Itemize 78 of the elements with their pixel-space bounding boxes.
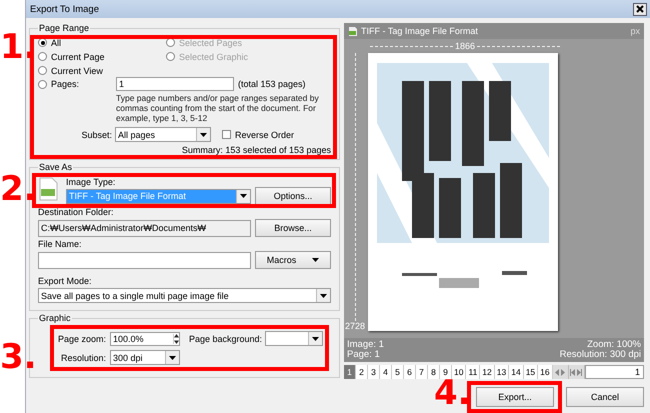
file-icon [348,26,358,36]
macros-button[interactable]: Macros [255,251,331,269]
page-tab[interactable]: 5 [392,365,404,379]
destination-folder-label: Destination Folder: [38,207,115,217]
options-button[interactable]: Options... [255,187,331,205]
caret-icon [312,336,319,340]
subset-label: Subset: [80,130,112,140]
page-tab[interactable]: 9 [440,365,452,379]
export-mode-dropdown[interactable]: Save all pages to a single multi page image file [38,288,331,303]
radio-option[interactable]: Pages: [38,78,80,90]
radio-option[interactable]: Current View [38,64,166,77]
caret-icon [200,132,207,136]
page-tab[interactable]: 3 [368,365,380,379]
unit-label: px [630,26,640,36]
group-title: Page Range [38,23,90,33]
first-last-button[interactable] [568,365,585,379]
page-background-label: Page background: [188,334,262,344]
page-number-field[interactable]: 1 [584,365,644,379]
caret-icon [240,194,247,198]
page-tab[interactable]: 11 [466,365,480,379]
radio-button[interactable] [38,80,47,88]
scroll-button[interactable] [552,365,569,379]
preview-title: TIFF - Tag Image File Format [361,26,478,36]
page-tab[interactable]: 14 [509,365,524,379]
resolution-dropdown[interactable]: 300 dpi [110,350,180,365]
radio-button[interactable] [38,66,47,75]
left-right-arrows-icon [555,368,566,376]
height-dimension: 2728 [344,321,366,331]
page-tab[interactable]: 15 [524,365,538,379]
page-tab[interactable]: 12 [480,365,495,379]
subset-dropdown[interactable]: All pages [115,127,211,142]
annotation-number: 3. [0,340,37,374]
export-mode-label: Export Mode: [38,276,93,286]
page-tab[interactable]: 6 [404,365,416,379]
page-tab[interactable]: 1 [344,365,356,379]
page-tab[interactable]: 7 [416,365,428,379]
destination-folder-field[interactable]: C:₩Users₩Administrator₩Documents₩ [38,220,251,236]
page-tab[interactable]: 2 [356,365,368,379]
spin-arrows-icon [174,334,180,344]
page-tab[interactable]: 10 [452,365,466,379]
radio-option[interactable]: All [38,36,166,49]
radio-option[interactable]: Current Page [38,50,166,63]
annotation-number: 2. [0,172,37,206]
total-pages-text: (total 153 pages) [238,79,306,89]
group-title: Save As [38,162,74,172]
pages-field[interactable]: 1 [116,77,234,91]
reverse-order-checkbox[interactable]: Reverse Order [222,130,294,140]
summary-text: Summary: 153 selected of 153 pages [180,145,331,155]
page-tab[interactable]: 16 [538,365,553,379]
tif-file-icon [38,177,58,201]
resolution-label: Resolution: [60,352,106,362]
hint-text: Type page numbers and/or page ranges separated by commas counting from the start of the document. For example, type 1, 3, 5-12 [116,93,320,123]
page-zoom-spinner[interactable]: 100.0% [110,332,180,346]
page-tab[interactable]: 4 [380,365,392,379]
close-icon [636,5,644,13]
radio-button[interactable] [38,52,47,61]
file-name-field[interactable] [38,252,251,268]
page-zoom-label: Page zoom: [58,334,106,344]
page-tab[interactable]: 13 [494,365,510,379]
dialog-button[interactable]: Export... [476,387,554,407]
file-name-label: File Name: [38,239,83,249]
dialog-button[interactable]: Cancel [566,387,644,407]
group-title: Graphic [38,313,72,323]
resolution-text: Resolution: 300 dpi [560,350,641,360]
caret-icon [312,258,320,262]
caret-icon [320,294,327,298]
close-button[interactable] [633,2,647,16]
page-number: Page: 1 [347,350,381,360]
skip-arrows-icon [570,368,582,376]
image-number: Image: 1 [347,340,384,350]
caret-icon [169,356,176,360]
window-title: Export To Image [30,4,100,14]
width-dimension: 1866 [454,41,476,51]
page-tab[interactable]: 8 [428,365,440,379]
annotation-number: 4. [434,376,471,410]
image-type-label: Image Type: [66,177,116,187]
zoom-level: Zoom: 100% [587,340,641,350]
browse-button[interactable]: Browse... [255,219,331,237]
